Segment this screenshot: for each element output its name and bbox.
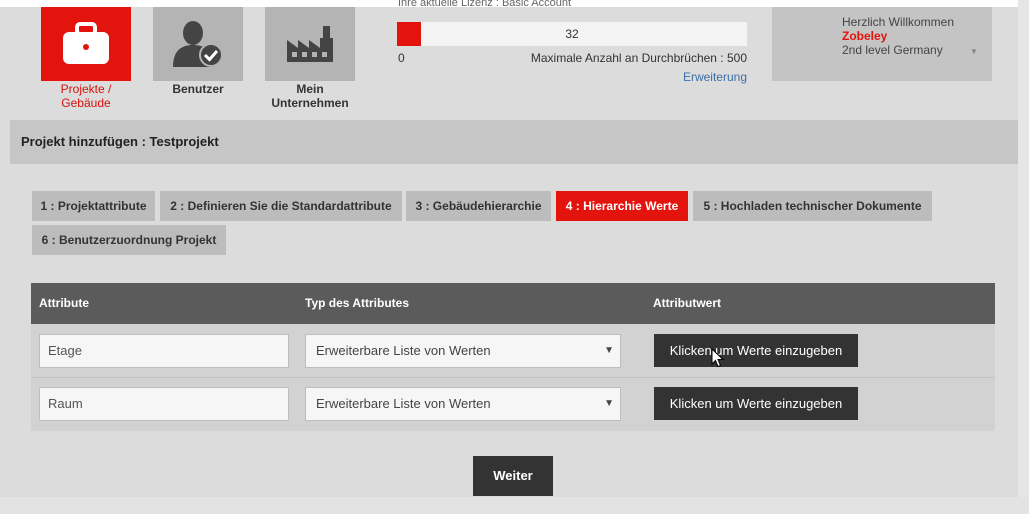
chevron-down-icon[interactable]: ▼ bbox=[970, 47, 978, 56]
page-title: Projekt hinzufügen : Testprojekt bbox=[21, 134, 219, 149]
license-extension-link[interactable]: Erweiterung bbox=[647, 70, 747, 84]
nav-company-label[interactable]: Mein Unternehmen bbox=[255, 82, 365, 110]
factory-icon bbox=[287, 26, 333, 62]
type-select-raum[interactable]: Erweiterbare Liste von Werten ▼ bbox=[305, 387, 621, 421]
nav-company-tile[interactable] bbox=[265, 7, 355, 81]
header-value: Attributwert bbox=[653, 296, 721, 310]
nav-users-label[interactable]: Benutzer bbox=[143, 82, 253, 96]
step-tab-5[interactable]: 5 : Hochladen technischer Dokumente bbox=[693, 191, 932, 221]
license-min-label: 0 bbox=[398, 51, 405, 65]
user-role: 2nd level Germany bbox=[842, 43, 943, 57]
user-menu[interactable]: Herzlich Willkommen Zobeley 2nd level Ge… bbox=[772, 7, 992, 81]
nav-projects-label-line1: Projekte / bbox=[60, 82, 112, 96]
nav-users-tile[interactable] bbox=[153, 7, 243, 81]
user-greeting: Herzlich Willkommen bbox=[842, 15, 955, 29]
attribute-input-raum[interactable]: Raum bbox=[39, 387, 289, 421]
attribute-input-etage[interactable]: Etage bbox=[39, 334, 289, 368]
license-progress-value: 32 bbox=[565, 27, 579, 41]
row-divider bbox=[31, 377, 995, 378]
license-progress-bar: 32 bbox=[397, 22, 747, 46]
next-button[interactable]: Weiter bbox=[473, 456, 553, 496]
user-check-icon bbox=[173, 21, 223, 67]
user-name: Zobeley bbox=[842, 29, 888, 43]
page-title-bar: Projekt hinzufügen : Testprojekt bbox=[10, 120, 1018, 164]
type-select-value: Erweiterbare Liste von Werten bbox=[316, 343, 491, 358]
mouse-cursor-icon bbox=[711, 348, 725, 368]
header-attribute: Attribute bbox=[39, 296, 89, 310]
briefcase-icon bbox=[63, 22, 109, 64]
enter-values-button-raum[interactable]: Klicken um Werte einzugeben bbox=[654, 387, 858, 420]
step-tab-2[interactable]: 2 : Definieren Sie die Standardattribute bbox=[160, 191, 402, 221]
license-max-label: Maximale Anzahl an Durchbrüchen : 500 bbox=[530, 51, 747, 65]
step-tab-1[interactable]: 1 : Projektattribute bbox=[32, 191, 155, 221]
header-type: Typ des Attributes bbox=[305, 296, 410, 310]
license-caption: Ihre aktuelle Lizenz : Basic Account bbox=[398, 0, 572, 9]
nav-projects-label-line2: Gebäude bbox=[61, 96, 111, 110]
enter-values-button-etage[interactable]: Klicken um Werte einzugeben bbox=[654, 334, 858, 367]
dropdown-arrow-icon: ▼ bbox=[604, 345, 614, 356]
step-tab-4[interactable]: 4 : Hierarchie Werte bbox=[556, 191, 688, 221]
bottom-band bbox=[0, 497, 1029, 514]
table-header: Attribute Typ des Attributes Attributwer… bbox=[31, 283, 995, 324]
nav-projects-label[interactable]: Projekte / Gebäude bbox=[31, 82, 141, 110]
type-select-etage[interactable]: Erweiterbare Liste von Werten ▼ bbox=[305, 334, 621, 368]
type-select-value: Erweiterbare Liste von Werten bbox=[316, 396, 491, 411]
step-tab-3[interactable]: 3 : Gebäudehierarchie bbox=[406, 191, 551, 221]
nav-projects-tile[interactable] bbox=[41, 7, 131, 81]
dropdown-arrow-icon: ▼ bbox=[604, 398, 614, 409]
step-tab-6[interactable]: 6 : Benutzerzuordnung Projekt bbox=[32, 225, 226, 255]
nav-company-label-line2: Unternehmen bbox=[271, 96, 349, 110]
right-edge bbox=[1018, 0, 1029, 514]
nav-company-label-line1: Mein bbox=[296, 82, 324, 96]
